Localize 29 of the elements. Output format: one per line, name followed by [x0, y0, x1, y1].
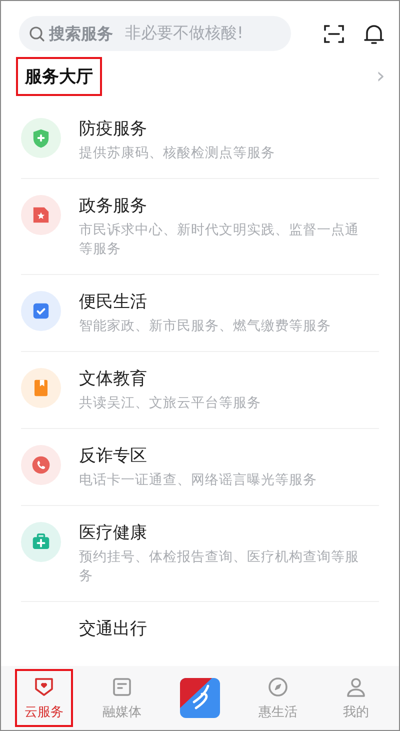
service-description: 提供苏康码、核酸检测点等服务	[79, 144, 275, 163]
service-item[interactable]: 政务服务 市民诉求中心、新时代文明实践、监督一点通等服务	[21, 179, 379, 275]
service-title: 交通出行	[79, 618, 147, 641]
compass-icon	[266, 675, 290, 699]
service-title: 反诈专区	[79, 445, 148, 468]
nav-tab[interactable]: 云服务	[15, 669, 73, 727]
service-description: 电话卡一证通查、网络谣言曝光等服务	[79, 471, 317, 490]
document-icon	[110, 675, 134, 699]
section-title: 服务大厅	[16, 57, 102, 96]
service-item[interactable]: 便民生活 智能家政、新市民服务、燃气缴费等服务	[21, 275, 379, 352]
service-description: 共读吴江、文旅云平台等服务	[79, 394, 261, 413]
service-title: 防疫服务	[79, 118, 148, 141]
heart-icon	[32, 675, 56, 699]
service-title: 政务服务	[79, 195, 148, 218]
service-description: 预约挂号、体检报告查询、医疗机构查询等服务	[79, 548, 360, 586]
logo-icon	[180, 678, 220, 718]
service-title: 医疗健康	[79, 522, 148, 545]
search-icon	[29, 26, 45, 42]
service-item[interactable]: 医疗健康 预约挂号、体检报告查询、医疗机构查询等服务	[21, 506, 379, 602]
service-title: 便民生活	[79, 291, 148, 314]
service-description: 智能家政、新市民服务、燃气缴费等服务	[79, 317, 331, 336]
service-title: 文体教育	[79, 368, 148, 391]
scan-button[interactable]	[323, 22, 345, 44]
service-description: 市民诉求中心、新时代文明实践、监督一点通等服务	[79, 221, 360, 259]
notice-text: 非必要不做核酸!	[125, 23, 244, 44]
service-item[interactable]: 反诈专区 电话卡一证通查、网络谣言曝光等服务	[21, 429, 379, 506]
service-item[interactable]: 防疫服务 提供苏康码、核酸检测点等服务	[21, 102, 379, 179]
service-item[interactable]: 文体教育 共读吴江、文旅云平台等服务	[21, 352, 379, 429]
person-icon	[344, 675, 368, 699]
